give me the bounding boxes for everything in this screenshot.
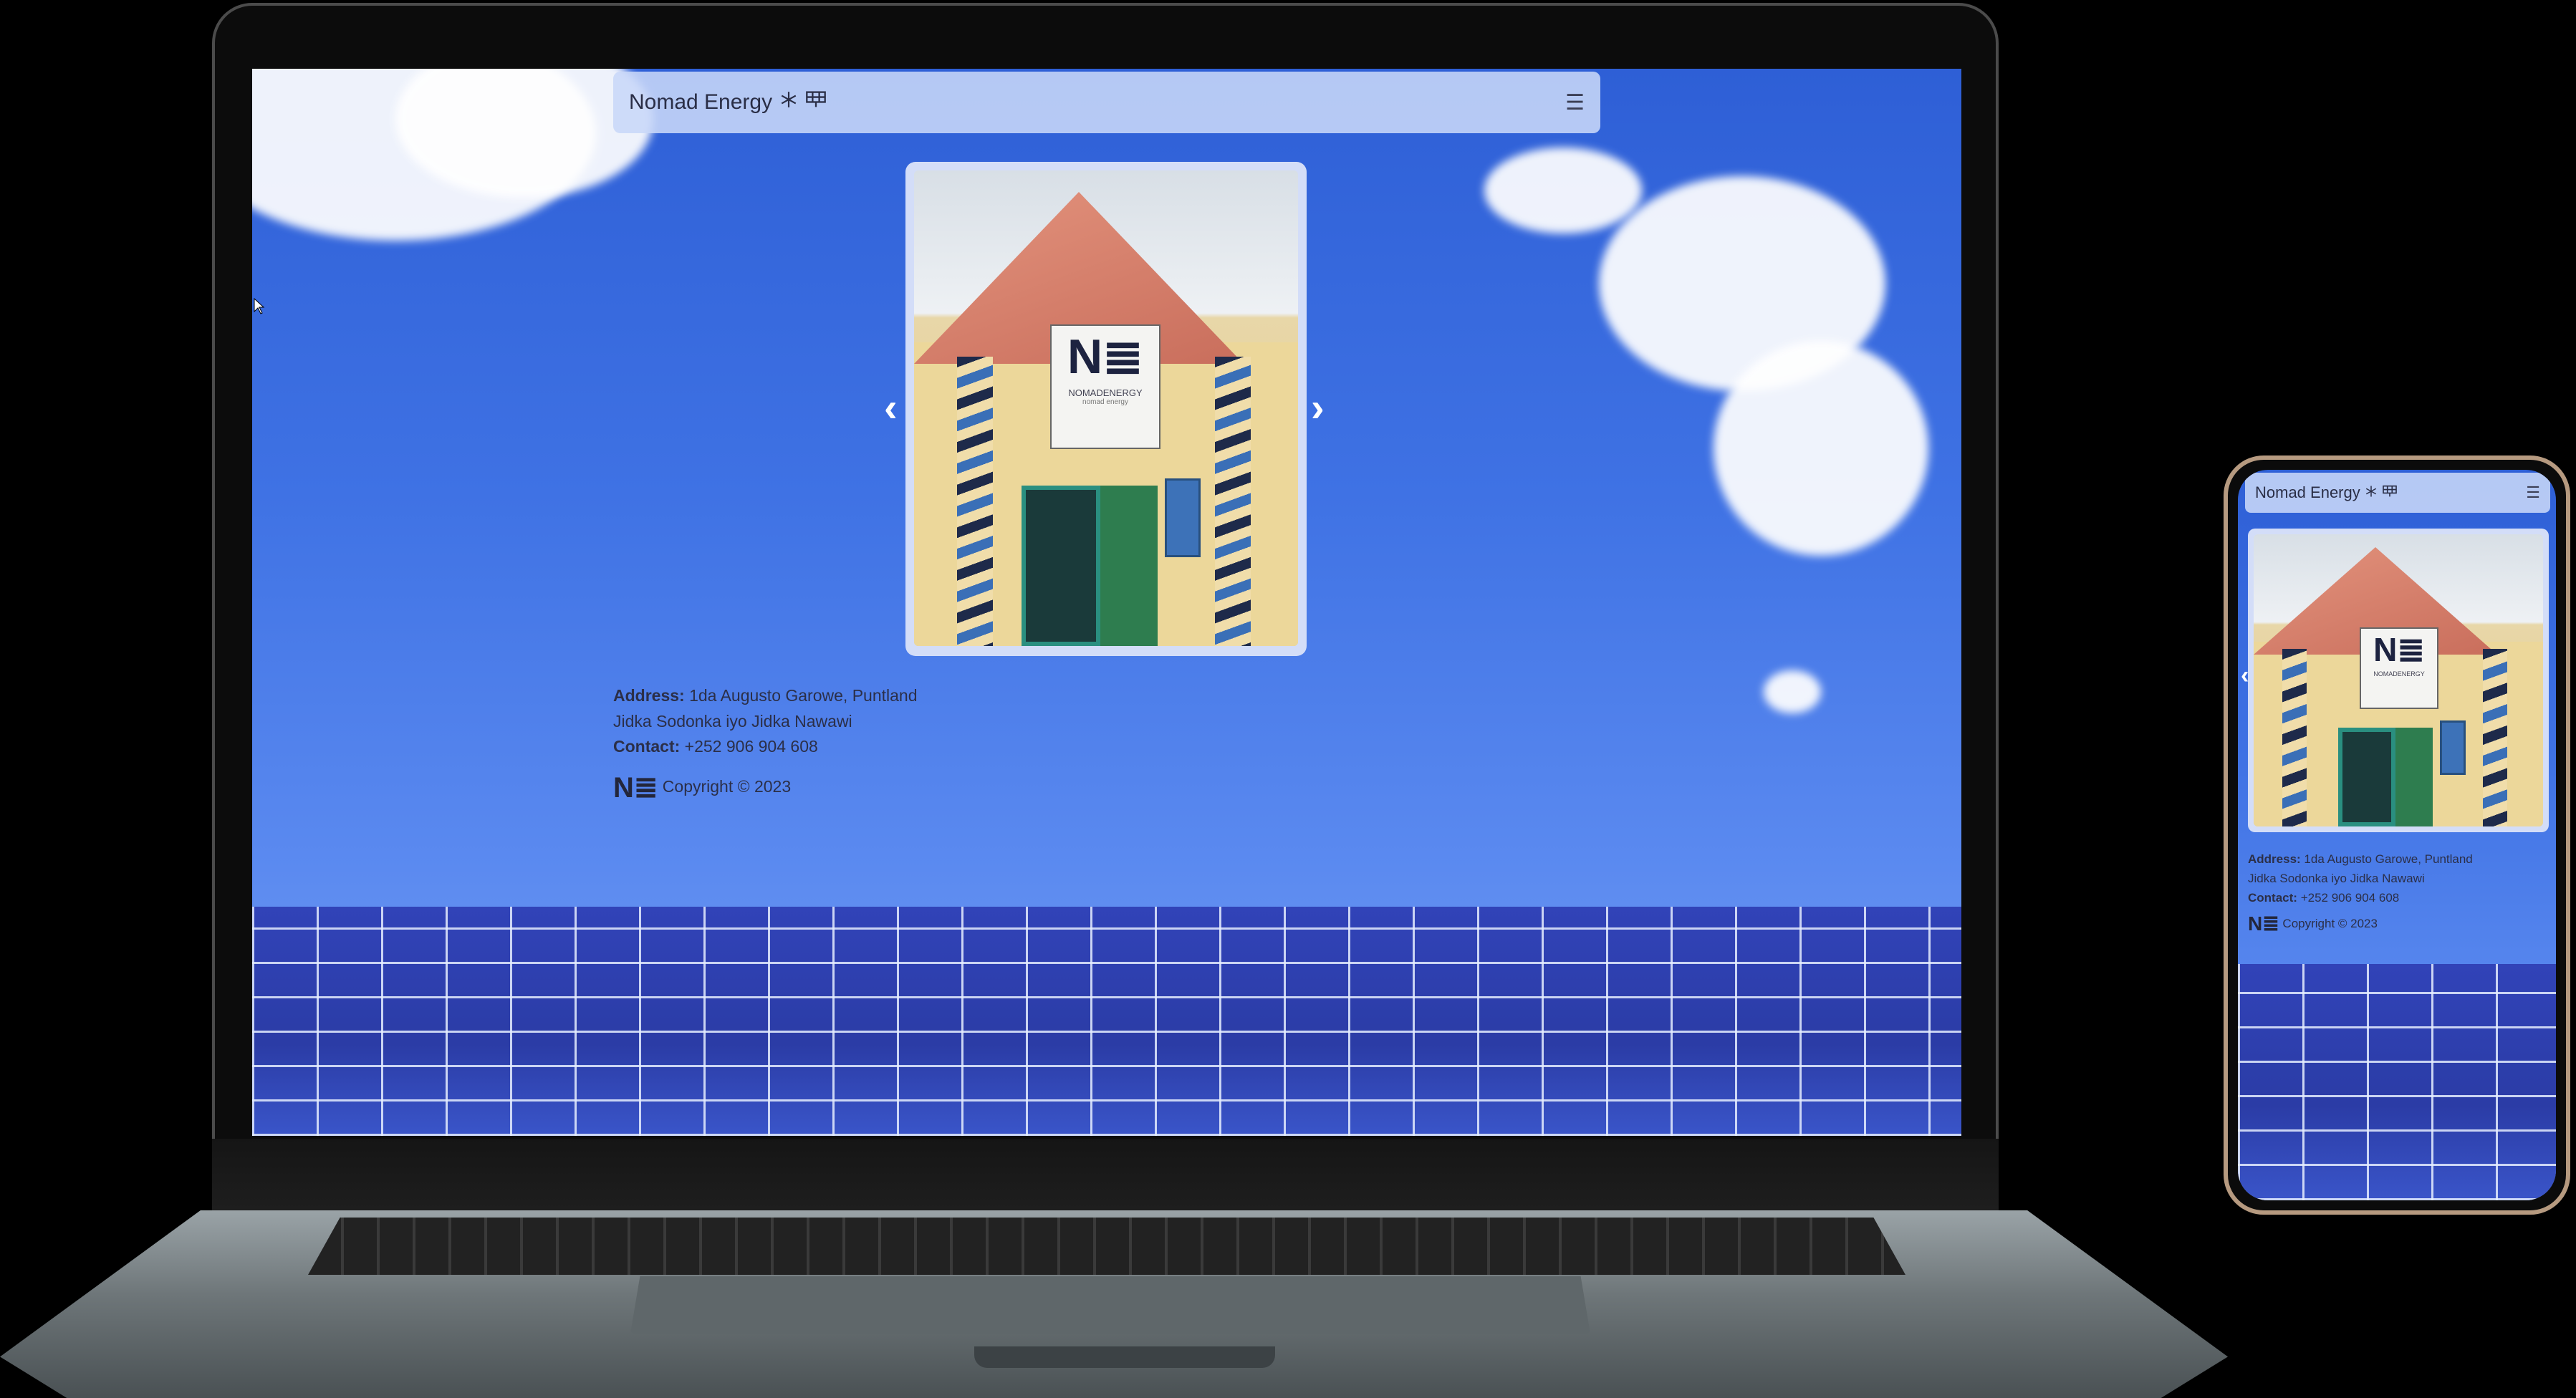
laptop-chin	[212, 1139, 1999, 1210]
shop-sign: N≣ NOMADENERGY	[2360, 627, 2438, 709]
cloud	[1714, 341, 1928, 556]
nomad-energy-logo: N≣	[613, 771, 658, 804]
phone: Nomad Energy ☰ N≣ NOMADENERGY ‹ Address:…	[2224, 455, 2570, 1215]
brand-name: Nomad Energy	[629, 90, 773, 114]
solar-panel-icon	[2382, 483, 2398, 502]
solar-panels-background	[252, 907, 1961, 1136]
carousel-image: N≣ NOMADENERGY	[2254, 534, 2543, 826]
contact-line: Contact: +252 906 904 608	[2248, 891, 2400, 905]
shop-sign: N≣ NOMADENERGY nomad energy	[1050, 324, 1160, 449]
image-carousel: N≣ NOMADENERGY	[2248, 529, 2549, 832]
footer: Address: 1da Augusto Garowe, Puntland Ji…	[613, 683, 918, 810]
contact-line: Contact: +252 906 904 608	[613, 737, 818, 756]
phone-screen: Nomad Energy ☰ N≣ NOMADENERGY ‹ Address:…	[2238, 470, 2556, 1200]
cloud	[1764, 670, 1821, 713]
nomad-energy-logo: N≣	[2248, 912, 2279, 935]
laptop-screen: Nomad Energy ☰ N≣ NOMADENERGY nomad ener…	[252, 69, 1961, 1136]
mouse-cursor-icon	[254, 297, 265, 319]
image-carousel: N≣ NOMADENERGY nomad energy	[905, 162, 1307, 656]
snowflake-icon	[2365, 483, 2378, 502]
address-line: Address: 1da Augusto Garowe, Puntland	[2248, 852, 2473, 866]
laptop-notch	[974, 1346, 1275, 1368]
solar-panels-background	[2238, 964, 2556, 1200]
address-line: Address: 1da Augusto Garowe, Puntland	[613, 686, 918, 705]
brand[interactable]: Nomad Energy	[629, 90, 827, 115]
brand[interactable]: Nomad Energy	[2255, 483, 2398, 502]
navbar: Nomad Energy ☰	[613, 72, 1600, 133]
hamburger-icon[interactable]: ☰	[1565, 90, 1585, 115]
copyright-line: N≣ Copyright © 2023	[613, 766, 918, 810]
hamburger-icon[interactable]: ☰	[2526, 483, 2540, 502]
cloud	[1484, 148, 1642, 233]
carousel-prev-arrow[interactable]: ‹	[2241, 662, 2249, 690]
laptop-trackpad	[630, 1276, 1590, 1334]
snowflake-icon	[779, 90, 798, 115]
address-line-2: Jidka Sodonka iyo Jidka Nawawi	[613, 711, 852, 731]
brand-name: Nomad Energy	[2255, 483, 2360, 501]
carousel-next-arrow[interactable]: ›	[1311, 384, 1325, 430]
carousel-image: N≣ NOMADENERGY nomad energy	[914, 170, 1298, 646]
address-line-2: Jidka Sodonka iyo Jidka Nawawi	[2248, 872, 2425, 886]
carousel-prev-arrow[interactable]: ‹	[884, 384, 898, 430]
copyright-line: N≣ Copyright © 2023	[2248, 908, 2473, 940]
solar-panel-icon	[805, 90, 827, 115]
navbar: Nomad Energy ☰	[2245, 473, 2550, 513]
footer: Address: 1da Augusto Garowe, Puntland Ji…	[2248, 849, 2473, 940]
laptop-keyboard	[308, 1218, 1905, 1275]
